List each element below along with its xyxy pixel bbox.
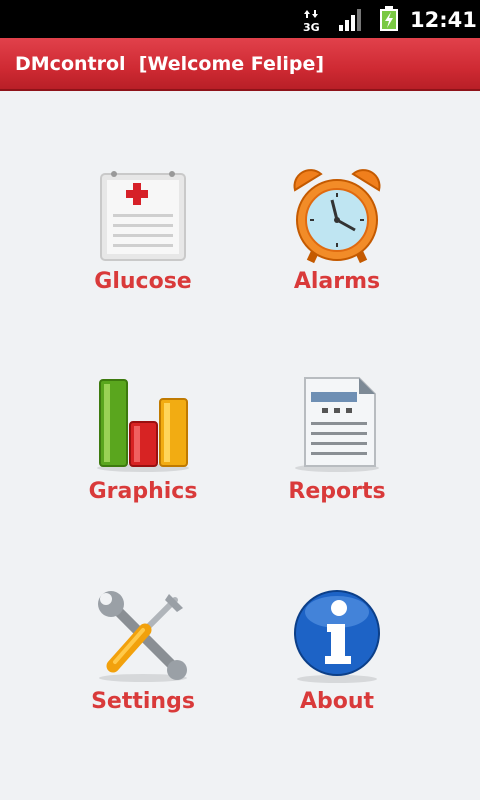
glucose-label: Glucose: [94, 269, 192, 294]
reports-button[interactable]: Reports: [237, 376, 437, 556]
status-clock: 12:41: [410, 8, 477, 32]
alarms-button[interactable]: Alarms: [237, 166, 437, 346]
app-title: DMcontrol [Welcome Felipe]: [15, 53, 325, 75]
data-transfer-icon: 3G: [303, 10, 320, 32]
network-type-label: 3G: [303, 21, 320, 32]
battery-charging-icon: [380, 6, 398, 31]
alarms-label: Alarms: [293, 269, 381, 294]
info-icon: [294, 590, 380, 683]
document-icon: [295, 377, 379, 472]
glucose-button[interactable]: Glucose: [43, 166, 243, 346]
bar-chart-icon: [97, 379, 189, 472]
alarm-clock-icon: [293, 169, 381, 264]
graphics-button[interactable]: Graphics: [43, 376, 243, 556]
tools-icon: [98, 591, 187, 682]
graphics-label: Graphics: [88, 479, 198, 504]
about-label: About: [299, 689, 375, 714]
signal-strength-icon: [339, 9, 361, 31]
settings-label: Settings: [91, 689, 195, 714]
medical-record-icon: [100, 171, 186, 261]
status-bar: 3G 12:41: [0, 0, 480, 38]
about-button[interactable]: About: [237, 586, 437, 766]
reports-label: Reports: [288, 479, 386, 504]
main-menu-grid: Glucose Alarms Graphics Reports Settings…: [0, 91, 480, 800]
settings-button[interactable]: Settings: [43, 586, 243, 766]
app-title-bar: DMcontrol [Welcome Felipe]: [0, 38, 480, 91]
